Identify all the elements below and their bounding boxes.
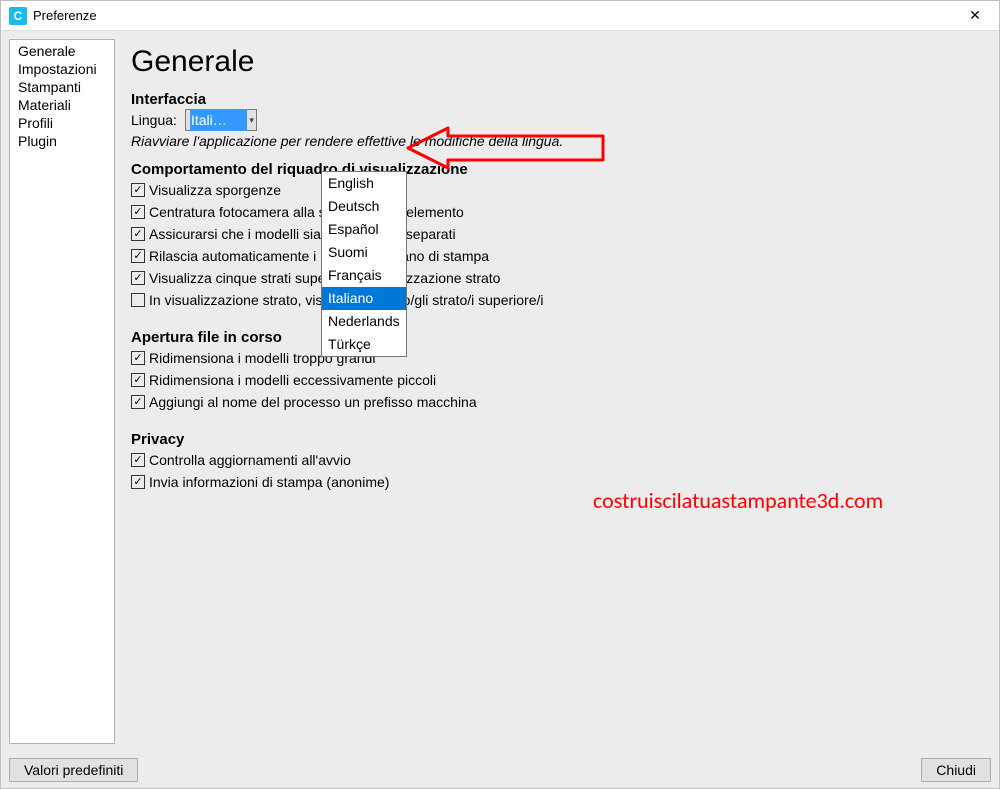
close-button[interactable]: Chiudi [921, 758, 991, 782]
lingua-option[interactable]: English [322, 172, 406, 195]
watermark-text: costruiscilatuastampante3d.com [593, 487, 883, 514]
lingua-label: Lingua: [131, 109, 177, 131]
apertura-checkbox[interactable]: ✓ [131, 351, 145, 365]
comportamento-row: ✓ Assicurarsi che i modelli siano mantenu… [131, 223, 975, 245]
lingua-option[interactable]: Türkçe [322, 333, 406, 356]
lingua-dropdown[interactable]: EnglishDeutschEspañolSuomiFrançaisItalia… [321, 171, 407, 357]
section-comportamento-header: Comportamento del riquadro di visualizza… [131, 161, 975, 178]
sidebar-item-profili[interactable]: Profili [12, 114, 112, 132]
comportamento-checkbox[interactable]: ✓ [131, 205, 145, 219]
window-title: Preferenze [33, 8, 955, 23]
section-privacy-header: Privacy [131, 431, 975, 448]
sidebar-item-stampanti[interactable]: Stampanti [12, 78, 112, 96]
comportamento-label: Assicurarsi che i modelli siano mantenut… [149, 223, 456, 245]
app-icon: C [9, 7, 27, 25]
lingua-option[interactable]: Italiano [322, 287, 406, 310]
comportamento-checkbox[interactable]: ✓ [131, 271, 145, 285]
lingua-option[interactable]: Deutsch [322, 195, 406, 218]
privacy-label: Invia informazioni di stampa (anonime) [149, 471, 389, 493]
apertura-checkbox[interactable]: ✓ [131, 373, 145, 387]
privacy-checkbox[interactable]: ✓ [131, 453, 145, 467]
apertura-label: Aggiungi al nome del processo un prefiss… [149, 391, 477, 413]
lingua-option[interactable]: Français [322, 264, 406, 287]
close-icon[interactable]: ✕ [955, 2, 995, 30]
section-apertura-header: Apertura file in corso [131, 329, 975, 346]
defaults-button[interactable]: Valori predefiniti [9, 758, 138, 782]
apertura-row: ✓Ridimensiona i modelli troppo grandi [131, 347, 975, 369]
comportamento-row: ✓ Centratura fotocamera alla selezione de… [131, 201, 975, 223]
lingua-select[interactable]: Itali… ▾ [185, 109, 257, 131]
apertura-row: ✓ Ridimensiona i modelli eccessivamente p… [131, 369, 975, 391]
apertura-label: Ridimensiona i modelli eccessivamente pi… [149, 369, 436, 391]
comportamento-checkbox[interactable] [131, 293, 145, 307]
comportamento-row: ✓ Visualizza sporgenze [131, 179, 975, 201]
privacy-row: ✓ Controlla aggiornamenti all'avvio [131, 449, 975, 471]
comportamento-checkbox[interactable]: ✓ [131, 227, 145, 241]
comportamento-label: Visualizza sporgenze [149, 179, 281, 201]
lingua-hint: Riavviare l'applicazione per rendere eff… [131, 133, 975, 149]
comportamento-label: Rilascia automaticamente i modelli sul p… [149, 245, 489, 267]
lingua-option[interactable]: Español [322, 218, 406, 241]
lingua-option[interactable]: Nederlands [322, 310, 406, 333]
comportamento-label: Centratura fotocamera alla selezione del… [149, 201, 464, 223]
sidebar: Generale Impostazioni Stampanti Material… [9, 39, 115, 744]
sidebar-item-impostazioni[interactable]: Impostazioni [12, 60, 112, 78]
comportamento-checkbox[interactable]: ✓ [131, 183, 145, 197]
footer: Valori predefiniti Chiudi [1, 752, 999, 788]
chevron-down-icon: ▾ [247, 109, 254, 131]
main-panel: Generale Interfaccia Lingua: Itali… ▾ Ri… [115, 39, 991, 744]
sidebar-item-plugin[interactable]: Plugin [12, 132, 112, 150]
page-title: Generale [131, 45, 975, 79]
lingua-select-value: Itali… [190, 109, 247, 131]
comportamento-row: In visualizzazione strato, visualizza so… [131, 289, 975, 311]
comportamento-row: ✓Visualizza cinque strati superiori in v… [131, 267, 975, 289]
comportamento-row: ✓ Rilascia automaticamente i modelli sul … [131, 245, 975, 267]
comportamento-checkbox[interactable]: ✓ [131, 249, 145, 263]
apertura-checkbox[interactable]: ✓ [131, 395, 145, 409]
sidebar-item-materiali[interactable]: Materiali [12, 96, 112, 114]
apertura-row: ✓ Aggiungi al nome del processo un prefis… [131, 391, 975, 413]
privacy-label: Controlla aggiornamenti all'avvio [149, 449, 351, 471]
privacy-checkbox[interactable]: ✓ [131, 475, 145, 489]
section-interfaccia-header: Interfaccia [131, 91, 975, 108]
titlebar: C Preferenze ✕ [1, 1, 999, 31]
sidebar-item-generale[interactable]: Generale [12, 42, 112, 60]
lingua-option[interactable]: Suomi [322, 241, 406, 264]
